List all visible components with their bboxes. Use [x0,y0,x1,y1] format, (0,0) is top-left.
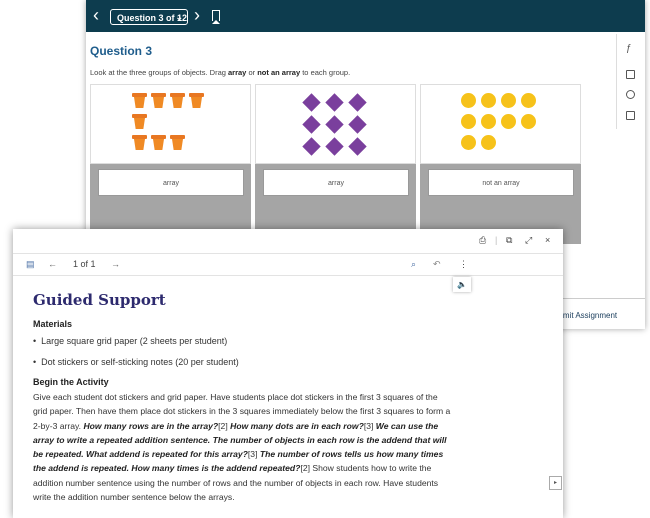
pots-picture [90,84,251,164]
window-controls: ⎙ | ⧉ ⤢ × [13,229,563,253]
reference-icon[interactable] [626,111,635,120]
flower-pot-icon [170,93,185,108]
close-icon[interactable]: × [545,235,550,245]
instruction-text: Look at the three groups of objects. Dra… [90,68,228,77]
group-panel-diamonds: array [255,84,416,244]
previous-page-icon[interactable]: ← [48,259,57,269]
question-instructions: Look at the three groups of objects. Dra… [90,68,350,77]
activity-heading: Begin the Activity [33,377,109,387]
highlighter-icon[interactable] [626,90,635,99]
side-panel-tab[interactable]: ▸ [549,476,562,490]
answer-dropzone-1[interactable]: array [98,169,244,196]
diamond-icon [325,137,344,156]
search-icon[interactable]: ⌕ [411,259,416,270]
flower-pot-icon [132,135,147,150]
group-panel-pots: array [90,84,251,244]
fullscreen-icon[interactable]: ⤢ [525,235,532,246]
instruction-text: to each group. [300,68,351,77]
flower-pot-icon [132,93,147,108]
answer-dropzone-2[interactable]: array [263,169,409,196]
submit-assignment-button[interactable]: ubmit Assignment [554,311,617,320]
answer-dropzone-3[interactable]: not an array [428,169,574,196]
activity-answer: [2] [300,463,313,474]
chevron-down-icon: ⌄ [175,12,183,22]
previous-question-icon[interactable]: ‹ [93,6,99,24]
sidebar-toggle-icon[interactable]: ▤ [26,259,35,270]
question-selector[interactable]: Question 3 of 12 ⌄ [110,9,188,25]
diamond-icon [348,93,367,112]
activity-question: How many dots are in each row? [230,420,364,431]
assessment-toolbar: ‹ Question 3 of 12 ⌄ › [86,0,645,32]
materials-heading: Materials [33,319,73,329]
open-external-icon[interactable]: ⧉ [506,235,512,246]
pen-icon[interactable]: ƒ [626,44,635,54]
guided-support-window: ⎙ | ⧉ ⤢ × ▤ ← 1 of 1 → ⌕ ↶ ⋮ 🔈 Guided Su… [13,229,563,518]
dot-icon [481,114,496,129]
diamond-icon [302,93,321,112]
guided-support-title: Guided Support [33,291,166,309]
group-panel-dots: not an array [420,84,581,244]
separator: | [495,235,498,245]
diamond-icon [325,93,344,112]
diamond-icon [348,115,367,134]
next-page-icon[interactable]: → [111,259,120,269]
flower-pot-icon [170,135,185,150]
diamond-icon [348,137,367,156]
undo-icon[interactable]: ↶ [433,259,441,270]
activity-answer: [3] [363,420,376,431]
activity-paragraph: Give each student dot stickers and grid … [33,390,453,504]
activity-answer: [2] [218,420,231,431]
flower-pot-icon [132,114,147,129]
flower-pot-icon [151,93,166,108]
dot-icon [481,135,496,150]
more-options-icon[interactable]: ⋮ [459,259,468,270]
dot-icon [461,93,476,108]
activity-answer: [3] [247,449,260,460]
document-toolbar: ▤ ← 1 of 1 → ⌕ ↶ ⋮ [13,253,563,276]
list-item-text: Large square grid paper (2 sheets per st… [41,336,228,346]
flower-pot-icon [151,135,166,150]
dot-icon [521,93,536,108]
dot-icon [461,135,476,150]
tools-sidebar: ƒ [616,34,645,129]
read-aloud-icon[interactable]: 🔈 [453,277,471,292]
notes-icon[interactable] [626,70,635,79]
diamond-icon [302,137,321,156]
page-count: 1 of 1 [73,259,96,269]
list-item: • Dot stickers or self-sticking notes (2… [33,357,239,367]
dot-icon [501,93,516,108]
diamonds-picture [255,84,416,164]
bookmark-icon[interactable] [212,10,220,24]
instruction-text: or [246,68,258,77]
dot-icon [521,114,536,129]
dot-icon [501,114,516,129]
list-item: • Large square grid paper (2 sheets per … [33,336,228,346]
next-question-icon[interactable]: › [194,6,200,24]
activity-question: How many rows are in the array? [83,420,219,431]
flower-pot-icon [189,93,204,108]
dot-icon [481,93,496,108]
dots-picture [420,84,581,164]
diamond-icon [325,115,344,134]
diamond-icon [302,115,321,134]
dot-icon [461,114,476,129]
list-item-text: Dot stickers or self-sticking notes (20 … [41,357,239,367]
instruction-word-not-array: not an array [257,68,301,77]
instruction-word-array: array [228,68,247,77]
question-title: Question 3 [90,44,153,58]
print-icon[interactable]: ⎙ [479,235,486,246]
